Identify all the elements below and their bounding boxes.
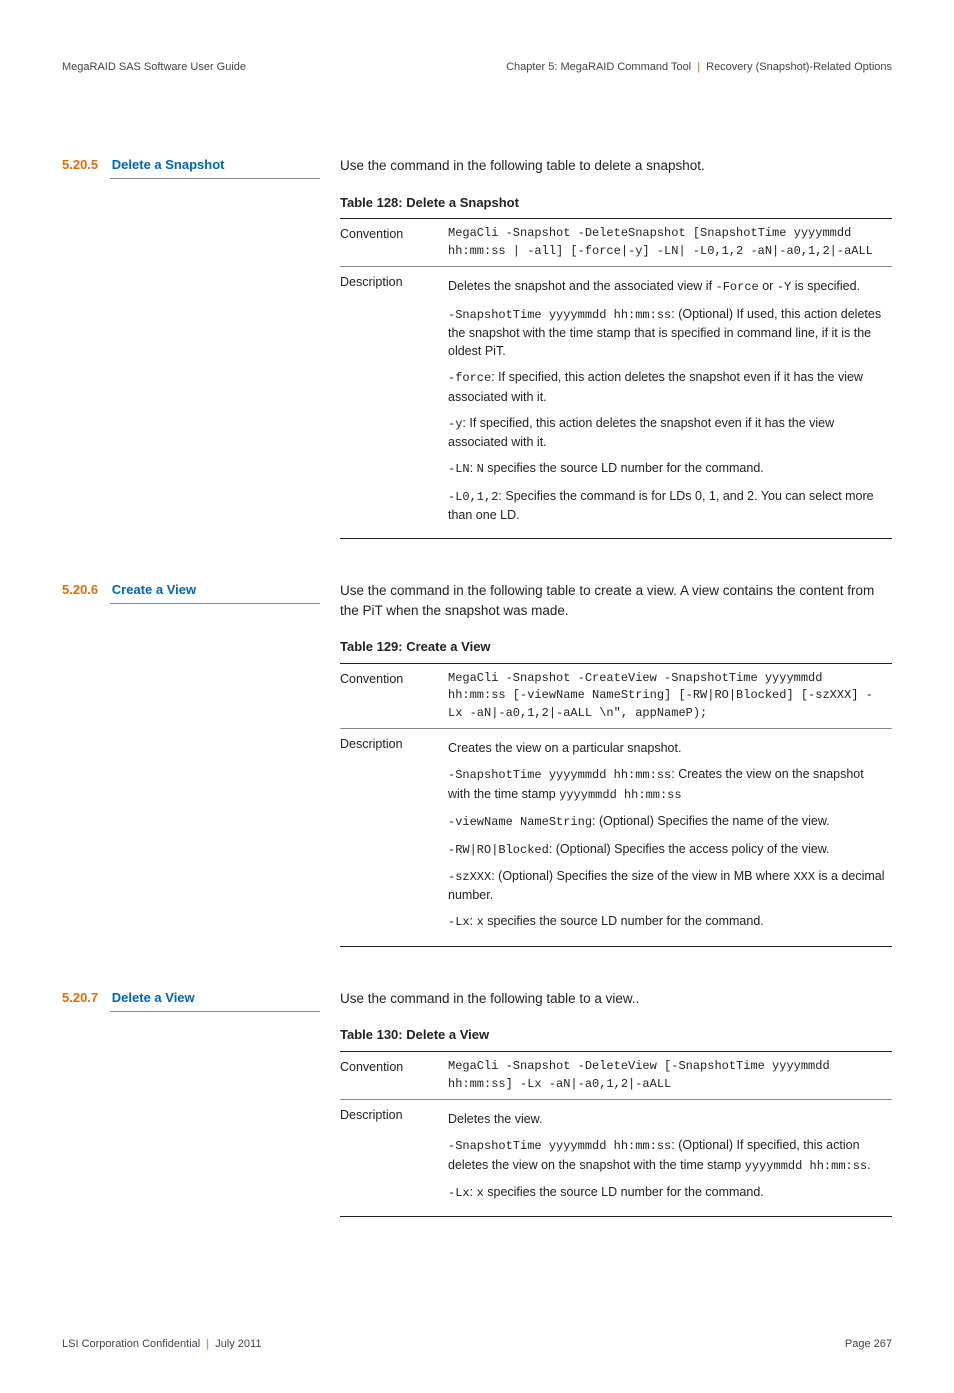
desc-line: -SnapshotTime yyyymmdd hh:mm:ss: (Option…: [448, 305, 886, 361]
desc-line: -SnapshotTime yyyymmdd hh:mm:ss: Creates…: [448, 765, 886, 804]
convention-code: MegaCli -Snapshot -DeleteView [-Snapshot…: [448, 1052, 892, 1100]
row-label: Description: [340, 267, 448, 539]
row-label: Convention: [340, 1052, 448, 1100]
section-intro: Use the command in the following table t…: [340, 581, 892, 620]
section-number: 5.20.5: [62, 156, 98, 175]
table-caption: Table 129: Create a View: [340, 638, 892, 657]
row-label: Description: [340, 729, 448, 947]
section-body: Use the command in the following table t…: [340, 989, 892, 1217]
separator-icon: |: [206, 1338, 209, 1350]
section-delete-view: 5.20.7 Delete a View Use the command in …: [62, 989, 892, 1217]
footer-right: Page 267: [845, 1337, 892, 1353]
footer-left: LSI Corporation Confidential | July 2011: [62, 1337, 261, 1353]
row-label: Convention: [340, 664, 448, 729]
desc-line: -szXXX: (Optional) Specifies the size of…: [448, 867, 886, 905]
section-rule: [110, 1011, 320, 1012]
table-create-view: Convention MegaCli -Snapshot -CreateView…: [340, 663, 892, 947]
page-header: MegaRAID SAS Software User Guide Chapter…: [62, 60, 892, 76]
header-topic: Recovery (Snapshot)-Related Options: [706, 61, 892, 73]
table-caption: Table 128: Delete a Snapshot: [340, 194, 892, 213]
table-delete-snapshot: Convention MegaCli -Snapshot -DeleteSnap…: [340, 218, 892, 539]
section-title: Delete a Snapshot: [112, 156, 225, 175]
section-rule: [110, 603, 320, 604]
section-heading: 5.20.5 Delete a Snapshot: [62, 156, 340, 539]
table-delete-view: Convention MegaCli -Snapshot -DeleteView…: [340, 1051, 892, 1217]
section-heading: 5.20.7 Delete a View: [62, 989, 340, 1217]
desc-line: -RW|RO|Blocked: (Optional) Specifies the…: [448, 840, 886, 859]
section-create-view: 5.20.6 Create a View Use the command in …: [62, 581, 892, 947]
row-label: Description: [340, 1100, 448, 1217]
desc-line: -Lx: x specifies the source LD number fo…: [448, 912, 886, 931]
section-body: Use the command in the following table t…: [340, 156, 892, 539]
section-number: 5.20.7: [62, 989, 98, 1008]
page-footer: LSI Corporation Confidential | July 2011…: [62, 1337, 892, 1353]
section-title: Create a View: [112, 581, 196, 600]
section-body: Use the command in the following table t…: [340, 581, 892, 947]
desc-line: -SnapshotTime yyyymmdd hh:mm:ss: (Option…: [448, 1136, 886, 1175]
desc-line: Deletes the view.: [448, 1110, 886, 1128]
section-title: Delete a View: [112, 989, 195, 1008]
header-left: MegaRAID SAS Software User Guide: [62, 60, 246, 76]
header-right: Chapter 5: MegaRAID Command Tool | Recov…: [506, 60, 892, 76]
section-number: 5.20.6: [62, 581, 98, 600]
desc-line: -L0,1,2: Specifies the command is for LD…: [448, 487, 886, 525]
desc-line: -y: If specified, this action deletes th…: [448, 414, 886, 452]
row-label: Convention: [340, 219, 448, 267]
convention-code: MegaCli -Snapshot -CreateView -SnapshotT…: [448, 664, 892, 729]
convention-code: MegaCli -Snapshot -DeleteSnapshot [Snaps…: [448, 219, 892, 267]
separator-icon: |: [697, 61, 700, 73]
description-cell: Deletes the view. -SnapshotTime yyyymmdd…: [448, 1100, 892, 1217]
table-caption: Table 130: Delete a View: [340, 1026, 892, 1045]
header-chapter: Chapter 5: MegaRAID Command Tool: [506, 61, 691, 73]
description-cell: Deletes the snapshot and the associated …: [448, 267, 892, 539]
section-delete-snapshot: 5.20.5 Delete a Snapshot Use the command…: [62, 156, 892, 539]
section-intro: Use the command in the following table t…: [340, 156, 892, 176]
section-intro: Use the command in the following table t…: [340, 989, 892, 1009]
desc-line: Creates the view on a particular snapsho…: [448, 739, 886, 757]
desc-line: Deletes the snapshot and the associated …: [448, 277, 886, 296]
section-rule: [110, 178, 320, 179]
desc-line: -Lx: x specifies the source LD number fo…: [448, 1183, 886, 1202]
desc-line: -force: If specified, this action delete…: [448, 368, 886, 406]
section-heading: 5.20.6 Create a View: [62, 581, 340, 947]
description-cell: Creates the view on a particular snapsho…: [448, 729, 892, 947]
desc-line: -viewName NameString: (Optional) Specifi…: [448, 812, 886, 831]
desc-line: -LN: N specifies the source LD number fo…: [448, 459, 886, 478]
